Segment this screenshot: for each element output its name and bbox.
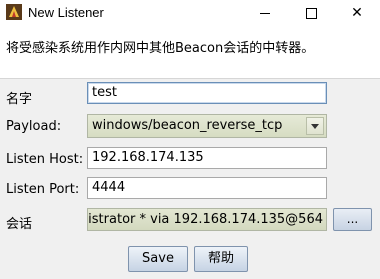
maximize-icon [305, 7, 317, 19]
minimize-button[interactable] [242, 0, 288, 26]
save-button[interactable]: Save [128, 246, 188, 272]
chevron-down-icon[interactable] [306, 117, 324, 135]
session-field[interactable]: nistrator * via 192.168.174.135@564 [87, 208, 327, 231]
app-icon [6, 4, 22, 20]
browse-session-button[interactable]: ... [333, 208, 372, 231]
close-icon: ✕ [351, 5, 363, 21]
listen-host-input[interactable]: 192.168.174.135 [87, 147, 327, 169]
maximize-button[interactable] [288, 0, 334, 26]
session-label: 会话 [6, 217, 33, 232]
close-button[interactable]: ✕ [334, 0, 380, 26]
payload-select[interactable]: windows/beacon_reverse_tcp [87, 114, 327, 138]
name-label: 名字 [6, 92, 33, 107]
window-title: New Listener [28, 5, 104, 20]
listen-port-input[interactable]: 4444 [87, 177, 327, 199]
description-text: 将受感染系统用作内网中其他Beacon会话的中转器。 [6, 41, 315, 56]
help-button[interactable]: 帮助 [194, 246, 248, 272]
description-banner: 将受感染系统用作内网中其他Beacon会话的中转器。 [0, 26, 380, 79]
title-bar: New Listener ✕ [0, 0, 380, 26]
payload-selected-value: windows/beacon_reverse_tcp [92, 118, 283, 133]
listen-port-label: Listen Port: [6, 182, 80, 197]
name-input[interactable]: test [87, 82, 327, 104]
listen-host-label: Listen Host: [6, 152, 84, 167]
session-value: nistrator * via 192.168.174.135@564 [87, 212, 323, 227]
payload-label: Payload: [6, 119, 62, 134]
minimize-icon [260, 12, 270, 14]
